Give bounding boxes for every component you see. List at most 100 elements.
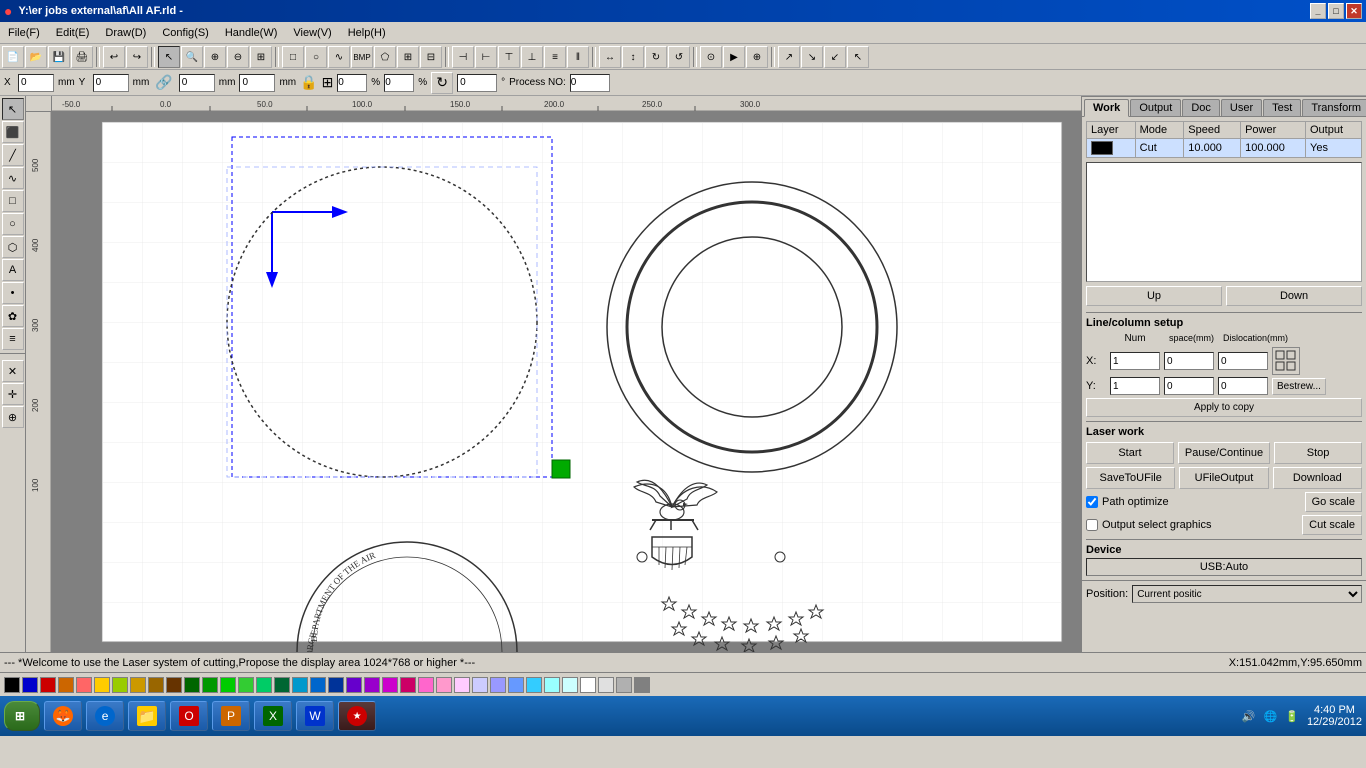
down-button[interactable]: Down [1226, 286, 1362, 306]
rotate-ccw[interactable]: ↺ [668, 46, 690, 68]
bezier-button[interactable]: ∿ [328, 46, 350, 68]
taskbar-excel[interactable]: X [254, 701, 292, 731]
process-input[interactable] [570, 74, 610, 92]
mirror-v[interactable]: ↕ [622, 46, 644, 68]
color-green3[interactable] [220, 677, 236, 693]
color-black[interactable] [4, 677, 20, 693]
point-tool[interactable]: • [2, 282, 24, 304]
ufileoutput-button[interactable]: UFileOutput [1179, 467, 1268, 489]
cursor2[interactable]: ↘ [801, 46, 823, 68]
pause-button[interactable]: Pause/Continue [1178, 442, 1270, 464]
rotate-cw-btn[interactable]: ↻ [431, 72, 453, 94]
move-tool[interactable]: ✛ [2, 383, 24, 405]
color-blue2[interactable] [310, 677, 326, 693]
zoom-tool2[interactable]: ⊕ [2, 406, 24, 428]
tab-doc[interactable]: Doc [1182, 99, 1220, 116]
color-green2[interactable] [202, 677, 218, 693]
menu-view[interactable]: View(V) [285, 22, 339, 43]
lc-y-disloc[interactable] [1218, 377, 1268, 395]
save-button[interactable]: 💾 [48, 46, 70, 68]
up-button[interactable]: Up [1086, 286, 1222, 306]
tab-work[interactable]: Work [1084, 99, 1129, 117]
color-purple[interactable] [346, 677, 362, 693]
menu-edit[interactable]: Edit(E) [48, 22, 98, 43]
taskbar-outlook[interactable]: O [170, 701, 208, 731]
ellipse-tool[interactable]: ○ [2, 213, 24, 235]
color-teal[interactable] [256, 677, 272, 693]
color-darkgray[interactable] [634, 677, 650, 693]
menu-help[interactable]: Help(H) [340, 22, 394, 43]
tab-user[interactable]: User [1221, 99, 1262, 116]
laser-origin[interactable]: ⊙ [700, 46, 722, 68]
lc-y-num[interactable] [1110, 377, 1160, 395]
text-tool[interactable]: A [2, 259, 24, 281]
path-optimize-checkbox[interactable] [1086, 496, 1098, 508]
output-select-checkbox[interactable] [1086, 519, 1098, 531]
taskbar-powerpoint[interactable]: P [212, 701, 250, 731]
color-paleblue[interactable] [562, 677, 578, 693]
color-pink2[interactable] [436, 677, 452, 693]
color-brown2[interactable] [148, 677, 164, 693]
align-left[interactable]: ⊣ [452, 46, 474, 68]
color-yellow[interactable] [94, 677, 110, 693]
layer-row[interactable]: Cut 10.000 100.000 Yes [1087, 139, 1362, 158]
lc-y-space[interactable] [1164, 377, 1214, 395]
color-pink[interactable] [400, 677, 416, 693]
position-dropdown[interactable]: Current positic [1132, 585, 1362, 603]
test2[interactable]: ⊕ [746, 46, 768, 68]
tab-test[interactable]: Test [1263, 99, 1301, 116]
tab-transform[interactable]: Transform [1302, 99, 1366, 116]
ungroup-button[interactable]: ⊟ [420, 46, 442, 68]
height-input[interactable] [239, 74, 275, 92]
color-orange[interactable] [58, 677, 74, 693]
angle-input[interactable] [457, 74, 497, 92]
align-vcenter[interactable]: ‖ [567, 46, 589, 68]
group-button[interactable]: ⊞ [397, 46, 419, 68]
pct2-input[interactable] [384, 74, 414, 92]
color-red[interactable] [40, 677, 56, 693]
start-button[interactable]: Start [1086, 442, 1174, 464]
select-tool[interactable]: ↖ [2, 98, 24, 120]
download-button[interactable]: Download [1273, 467, 1362, 489]
color-skyblue[interactable] [292, 677, 308, 693]
align-top[interactable]: ⊤ [498, 46, 520, 68]
open-button[interactable]: 📂 [25, 46, 47, 68]
color-lightred[interactable] [76, 677, 92, 693]
color-gold[interactable] [130, 677, 146, 693]
cursor3[interactable]: ↙ [824, 46, 846, 68]
color-lightblue2[interactable] [490, 677, 506, 693]
color-cyan2[interactable] [526, 677, 542, 693]
delete-tool[interactable]: ✕ [2, 360, 24, 382]
zoomin-button[interactable]: ⊕ [204, 46, 226, 68]
apply-copy-button[interactable]: Apply to copy [1086, 398, 1362, 417]
print-button[interactable]: 🖨 [71, 46, 93, 68]
close-button[interactable]: ✕ [1346, 3, 1362, 19]
canvas[interactable]: DEPARTMENT OF THE AIR FORCE MCMXLVII UNI… [52, 112, 1081, 652]
color-darkteal[interactable] [274, 677, 290, 693]
zoomout-button[interactable]: ⊖ [227, 46, 249, 68]
start-button[interactable]: ⊞ [4, 701, 40, 731]
zoom-button[interactable]: 🔍 [181, 46, 203, 68]
undo-button[interactable]: ↩ [103, 46, 125, 68]
color-magenta[interactable] [382, 677, 398, 693]
more-tool[interactable]: ≡ [2, 328, 24, 350]
bezier-tool[interactable]: ∿ [2, 167, 24, 189]
width-input[interactable] [179, 74, 215, 92]
poly-button[interactable]: ⬠ [374, 46, 396, 68]
bmp-button[interactable]: BMP [351, 46, 373, 68]
color-green4[interactable] [238, 677, 254, 693]
menu-file[interactable]: File(F) [0, 22, 48, 43]
y-input[interactable] [93, 74, 129, 92]
line-tool[interactable]: ╱ [2, 144, 24, 166]
pct1-input[interactable] [337, 74, 367, 92]
menu-config[interactable]: Config(S) [154, 22, 216, 43]
color-white[interactable] [580, 677, 596, 693]
polygon-tool[interactable]: ⬡ [2, 236, 24, 258]
ellipse-button[interactable]: ○ [305, 46, 327, 68]
color-blue[interactable] [22, 677, 38, 693]
color-darkgreen[interactable] [184, 677, 200, 693]
stop-button[interactable]: Stop [1274, 442, 1362, 464]
savetoufile-button[interactable]: SaveToUFile [1086, 467, 1175, 489]
color-lightgreen[interactable] [112, 677, 128, 693]
rect-tool[interactable]: □ [2, 190, 24, 212]
